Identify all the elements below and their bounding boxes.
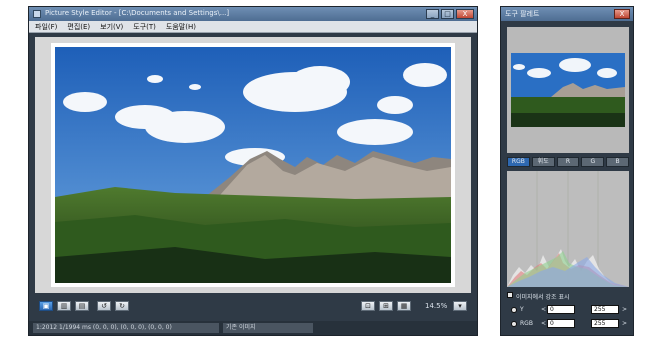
tab-g[interactable]: G [581, 157, 605, 167]
menu-tools[interactable]: 도구(T) [133, 21, 156, 32]
rotate-right-button[interactable]: ↻ [115, 301, 129, 311]
zoom-level: 14.5% [425, 302, 448, 310]
maximize-button[interactable]: □ [441, 9, 454, 19]
histogram-plot [507, 171, 629, 287]
y-range-row: Y < 0 255 > [507, 305, 629, 315]
histogram-options: 이미지에서 강조 표시 Y < 0 255 > RGB < 0 255 > [507, 291, 629, 333]
tool-palette: 도구 팔레트 X RGB 휘도 R G B 이미지에서 강조 표시 Y < 0 … [500, 6, 634, 336]
rotate-left-button[interactable]: ↺ [97, 301, 111, 311]
fit-window-button[interactable]: ⊡ [361, 301, 375, 311]
app-icon [33, 10, 41, 18]
main-window: Picture Style Editor - [C:\Documents and… [28, 6, 478, 336]
view-single-button[interactable]: ▣ [39, 301, 53, 311]
y-max-field[interactable]: 255 [591, 305, 619, 314]
rgb-left-bracket: < [541, 320, 547, 327]
zoom-button[interactable]: ⊞ [379, 301, 393, 311]
preview-thumbnail [511, 53, 625, 127]
highlight-label: 이미지에서 강조 표시 [516, 294, 570, 301]
rgb-min-field[interactable]: 0 [547, 319, 575, 328]
minimize-button[interactable]: _ [426, 9, 439, 19]
y-radio[interactable] [511, 307, 517, 313]
close-button[interactable]: X [456, 9, 474, 19]
zoom-menu-button[interactable]: ▾ [453, 301, 467, 311]
y-label: Y [520, 306, 524, 313]
image-canvas[interactable] [35, 37, 471, 293]
image-toolbar: ▣ ▥ ▤ ↺ ↻ ⊡ ⊞ ▦ 14.5% ▾ [35, 297, 471, 315]
view-split-horizontal-button[interactable]: ▥ [57, 301, 71, 311]
y-left-bracket: < [541, 306, 547, 313]
histogram-toggle-button[interactable]: ▦ [397, 301, 411, 311]
y-min-field[interactable]: 0 [547, 305, 575, 314]
menu-help[interactable]: 도움말(H) [166, 21, 196, 32]
tab-rgb[interactable]: RGB [507, 157, 530, 167]
window-title: Picture Style Editor - [C:\Documents and… [45, 9, 230, 17]
photo-frame [51, 43, 455, 287]
palette-title-bar[interactable]: 도구 팔레트 X [501, 7, 633, 21]
rgb-label: RGB [520, 320, 533, 327]
rgb-max-field[interactable]: 255 [591, 319, 619, 328]
highlight-checkbox[interactable] [507, 292, 513, 298]
menu-edit[interactable]: 편집(E) [67, 21, 90, 32]
menu-file[interactable]: 파일(F) [35, 21, 57, 32]
status-mode: 기존 이미지 [223, 323, 313, 333]
histogram-tabs: RGB 휘도 R G B [507, 157, 629, 167]
histogram-graph [507, 171, 629, 287]
tab-luminance[interactable]: 휘도 [531, 157, 555, 167]
title-bar[interactable]: Picture Style Editor - [C:\Documents and… [29, 7, 477, 21]
view-split-vertical-button[interactable]: ▤ [75, 301, 89, 311]
palette-title: 도구 팔레트 [505, 10, 540, 18]
highlight-option: 이미지에서 강조 표시 [507, 291, 629, 301]
palette-close-button[interactable]: X [614, 9, 630, 19]
status-bar: 1:2012 1/1994 ms (0, 0, 0), (0, 0, 0), (… [29, 321, 477, 335]
landscape-photo [55, 47, 451, 283]
y-right-bracket: > [622, 306, 628, 313]
tab-b[interactable]: B [606, 157, 629, 167]
rgb-range-row: RGB < 0 255 > [507, 319, 629, 329]
menu-bar: 파일(F) 편집(E) 보기(V) 도구(T) 도움말(H) [29, 21, 477, 33]
status-info: 1:2012 1/1994 ms (0, 0, 0), (0, 0, 0), (… [33, 323, 219, 333]
rgb-right-bracket: > [622, 320, 628, 327]
menu-view[interactable]: 보기(V) [100, 21, 123, 32]
navigator-preview[interactable] [507, 27, 629, 153]
tab-r[interactable]: R [556, 157, 580, 167]
rgb-radio[interactable] [511, 321, 517, 327]
